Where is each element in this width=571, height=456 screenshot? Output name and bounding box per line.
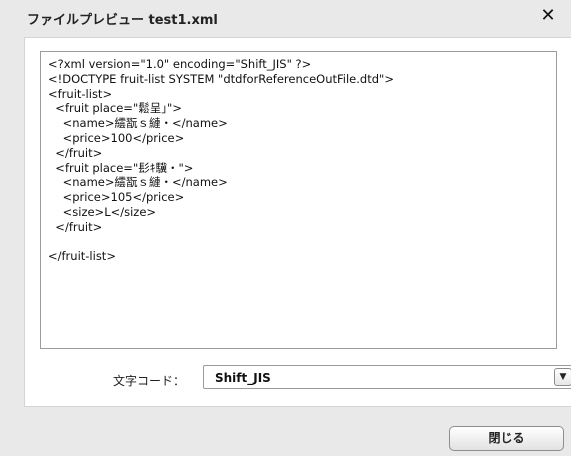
dialog-title: ファイルプレビュー test1.xml bbox=[27, 13, 218, 28]
close-icon[interactable]: ✕ bbox=[538, 6, 558, 26]
encoding-label: 文字コード： bbox=[113, 374, 186, 388]
file-preview-area[interactable]: <?xml version="1.0" encoding="Shift_JIS"… bbox=[40, 51, 557, 349]
dialog-panel: <?xml version="1.0" encoding="Shift_JIS"… bbox=[24, 37, 571, 407]
encoding-select[interactable]: Shift_JIS ▼ bbox=[203, 365, 571, 389]
encoding-selected-value: Shift_JIS bbox=[215, 371, 271, 385]
close-button[interactable]: 閉じる bbox=[449, 426, 564, 451]
dialog-titlebar: ファイルプレビュー test1.xml ✕ bbox=[0, 0, 571, 34]
file-preview-text: <?xml version="1.0" encoding="Shift_JIS"… bbox=[48, 57, 394, 264]
chevron-down-icon[interactable]: ▼ bbox=[554, 368, 571, 386]
